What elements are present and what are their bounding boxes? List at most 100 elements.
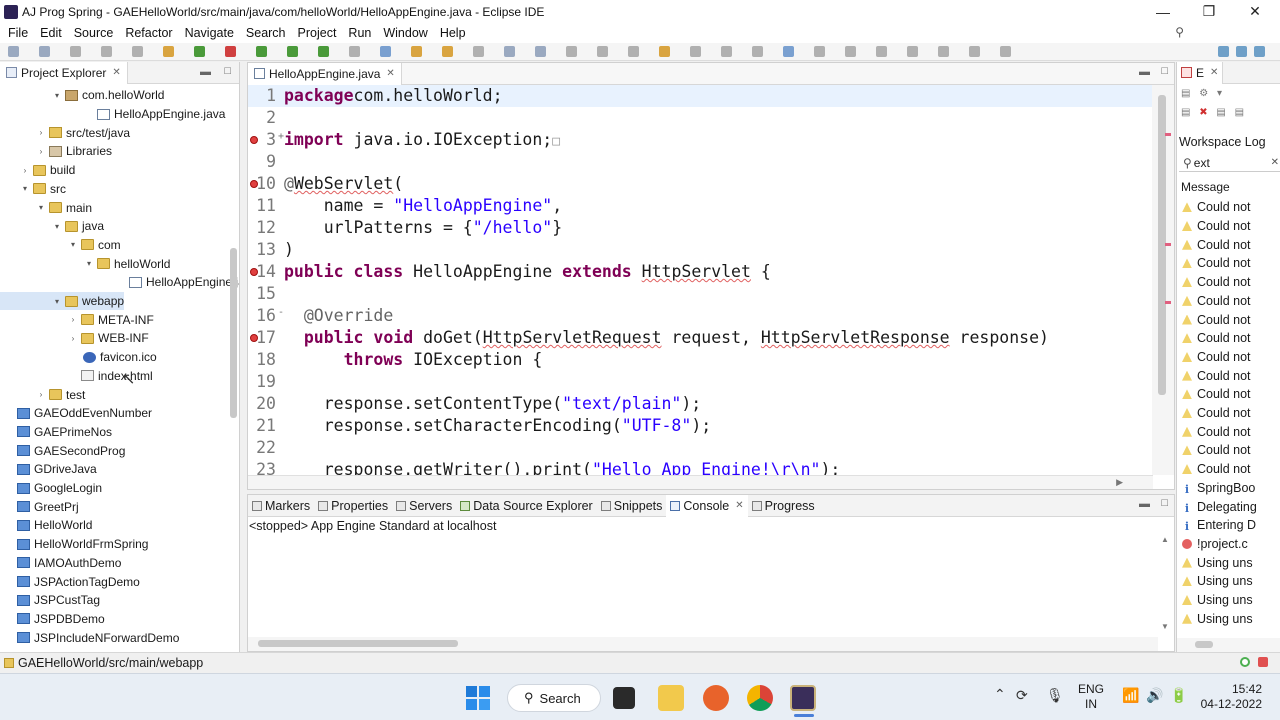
toolbar-button-icon[interactable] bbox=[907, 46, 918, 57]
toolbar-button-icon[interactable] bbox=[628, 46, 639, 57]
close-icon[interactable]: ✕ bbox=[112, 67, 120, 78]
toolbar-button-icon[interactable] bbox=[256, 46, 267, 57]
clock[interactable]: 15:42 04-12-2022 bbox=[1198, 682, 1262, 712]
log-row[interactable]: Using uns bbox=[1177, 609, 1253, 628]
eclipse-taskbar-icon[interactable] bbox=[790, 685, 816, 711]
toolbar-button-icon[interactable] bbox=[287, 46, 298, 57]
console-horizontal-scrollbar[interactable] bbox=[248, 637, 1158, 651]
volume-icon[interactable]: 🔊 bbox=[1146, 687, 1163, 704]
log-row[interactable]: Could not bbox=[1177, 366, 1251, 385]
scroll-down-icon[interactable]: ▼ bbox=[1158, 622, 1172, 631]
chevron-down-icon[interactable]: ▾ bbox=[36, 203, 46, 212]
search-icon[interactable]: ⚲ bbox=[1175, 25, 1184, 39]
chrome-icon[interactable] bbox=[747, 685, 773, 711]
menu-run[interactable]: Run bbox=[342, 26, 377, 40]
tab-helloappengine-java[interactable]: HelloAppEngine.java ✕ bbox=[248, 63, 402, 85]
code-line[interactable]: 10 @WebServlet( bbox=[248, 173, 1153, 195]
menu-source[interactable]: Source bbox=[68, 26, 120, 40]
toolbar-button-icon[interactable] bbox=[442, 46, 453, 57]
code-line[interactable]: 15 bbox=[248, 283, 1153, 305]
log-row[interactable]: Could not bbox=[1177, 217, 1251, 236]
tree-item[interactable]: HelloAppEngine.ja bbox=[0, 273, 239, 292]
menu-file[interactable]: File bbox=[2, 26, 34, 40]
notifications-icon[interactable] bbox=[1258, 657, 1268, 667]
close-icon[interactable]: ✕ bbox=[735, 500, 743, 511]
errorlog-toolbar-icons[interactable]: ▤ ⚙ ▾ bbox=[1181, 88, 1225, 99]
overview-ruler-mark[interactable] bbox=[1165, 133, 1171, 136]
tree-item[interactable]: favicon.ico bbox=[0, 348, 157, 367]
log-row[interactable]: i Delegating bbox=[1177, 497, 1257, 516]
tree-item[interactable]: JSPIncludeNForwardDemo bbox=[0, 628, 179, 647]
editor-vertical-scrollbar[interactable] bbox=[1152, 85, 1174, 475]
console-hscroll-thumb[interactable] bbox=[258, 640, 458, 647]
errorlog-toolbar-icons-2[interactable]: ▤ ✖ ▤ ▤ bbox=[1181, 107, 1247, 118]
code-line[interactable]: 20 response.setContentType("text/plain")… bbox=[248, 393, 1153, 415]
error-marker-icon[interactable] bbox=[250, 268, 258, 276]
scroll-up-icon[interactable]: ▲ bbox=[1158, 535, 1172, 544]
tab-project-explorer[interactable]: Project Explorer ✕ bbox=[0, 62, 128, 84]
tab-console[interactable]: Console ✕ bbox=[666, 494, 748, 517]
tree-item[interactable]: JSPDBDemo bbox=[0, 610, 105, 629]
log-row[interactable]: Could not bbox=[1177, 198, 1251, 217]
code-line[interactable]: 17 public void doGet(HttpServletRequest … bbox=[248, 327, 1153, 349]
tab-servers[interactable]: Servers bbox=[392, 495, 456, 517]
perspective-switch-icon[interactable] bbox=[1254, 46, 1265, 57]
toolbar-button-icon[interactable] bbox=[132, 46, 143, 57]
chevron-down-icon[interactable]: ▾ bbox=[20, 184, 30, 193]
toolbar-button-icon[interactable] bbox=[876, 46, 887, 57]
tree-item[interactable]: HelloWorldFrmSpring bbox=[0, 535, 148, 554]
chevron-up-icon[interactable]: ⌃ bbox=[994, 686, 1006, 703]
error-marker-icon[interactable] bbox=[250, 180, 258, 188]
code-line[interactable]: 9 bbox=[248, 151, 1153, 173]
chevron-right-icon[interactable]: › bbox=[36, 390, 46, 399]
toolbar-button-icon[interactable] bbox=[504, 46, 515, 57]
toolbar-button-icon[interactable] bbox=[721, 46, 732, 57]
tree-item[interactable]: ▾ java bbox=[0, 217, 104, 236]
chevron-right-icon[interactable]: › bbox=[20, 166, 30, 175]
google-status-icon[interactable] bbox=[1240, 657, 1250, 667]
log-row[interactable]: Using uns bbox=[1177, 553, 1253, 572]
log-row[interactable]: Could not bbox=[1177, 235, 1251, 254]
toolbar-button-icon[interactable] bbox=[969, 46, 980, 57]
tree-item[interactable]: GAEPrimeNos bbox=[0, 423, 112, 442]
log-row[interactable]: Could not bbox=[1177, 348, 1251, 367]
menu-search[interactable]: Search bbox=[240, 26, 292, 40]
menu-refactor[interactable]: Refactor bbox=[119, 26, 178, 40]
code-line[interactable]: 1 packagecom.helloWorld; bbox=[248, 85, 1153, 107]
log-row[interactable]: Could not bbox=[1177, 422, 1251, 441]
clear-filter-icon[interactable]: ✕ bbox=[1271, 157, 1279, 168]
log-row[interactable]: Could not bbox=[1177, 292, 1251, 311]
tree-item[interactable]: GAESecondProg bbox=[0, 441, 125, 460]
toolbar-button-icon[interactable] bbox=[380, 46, 391, 57]
tree-item[interactable]: › Libraries bbox=[0, 142, 112, 161]
taskbar-search-button[interactable]: ⚲ Search bbox=[507, 684, 601, 712]
tree-item[interactable]: ▾ com bbox=[0, 236, 121, 255]
toolbar-button-icon[interactable] bbox=[318, 46, 329, 57]
code-line[interactable]: 21 response.setCharacterEncoding("UTF-8"… bbox=[248, 415, 1153, 437]
microphone-icon[interactable]: 🎙 bbox=[1046, 687, 1064, 704]
errorlog-hscrollbar[interactable] bbox=[1177, 638, 1280, 652]
chevron-down-icon[interactable]: ▾ bbox=[52, 222, 62, 231]
tab-markers[interactable]: Markers bbox=[248, 495, 314, 517]
tree-item[interactable]: › build bbox=[0, 161, 76, 180]
tree-item[interactable]: GoogleLogin bbox=[0, 479, 102, 498]
toolbar-button-icon[interactable] bbox=[349, 46, 360, 57]
overview-ruler-mark[interactable] bbox=[1165, 301, 1171, 304]
log-row[interactable]: !project.c bbox=[1177, 535, 1248, 554]
toolbar-button-icon[interactable] bbox=[194, 46, 205, 57]
errorlog-filter[interactable]: ⚲ ext ✕ bbox=[1179, 154, 1280, 172]
task-view-icon[interactable] bbox=[613, 687, 635, 709]
toolbar-button-icon[interactable] bbox=[411, 46, 422, 57]
log-row[interactable]: Could not bbox=[1177, 310, 1251, 329]
minimize-view-icon[interactable]: ▬ bbox=[200, 66, 211, 78]
overview-ruler-mark[interactable] bbox=[1165, 243, 1171, 246]
chevron-right-icon[interactable]: › bbox=[36, 147, 46, 156]
tree-item[interactable]: › META-INF bbox=[0, 310, 154, 329]
tab-progress[interactable]: Progress bbox=[748, 495, 819, 517]
message-column-header[interactable]: Message bbox=[1181, 180, 1230, 194]
code-line[interactable]: 19 bbox=[248, 371, 1153, 393]
error-marker-icon[interactable] bbox=[250, 334, 258, 342]
menu-navigate[interactable]: Navigate bbox=[179, 26, 240, 40]
tree-item[interactable]: › WEB-INF bbox=[0, 329, 149, 348]
chevron-right-icon[interactable]: › bbox=[68, 315, 78, 324]
